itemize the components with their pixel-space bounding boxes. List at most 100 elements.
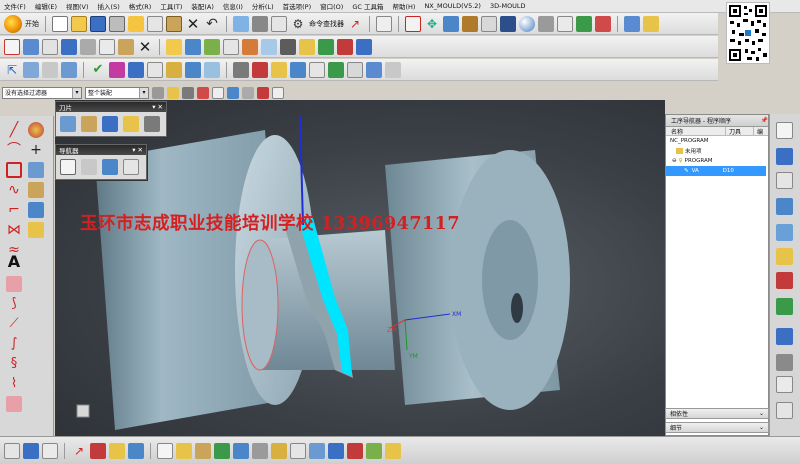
wireframe-icon[interactable] [462, 15, 478, 32]
shell-icon[interactable] [223, 38, 239, 55]
helix-icon[interactable]: § [6, 356, 22, 372]
scope-dropdown[interactable]: 整个装配 ▾ [85, 86, 149, 99]
gear-icon[interactable]: ⚙ [290, 16, 306, 32]
start-menu-label[interactable]: 开始 [25, 19, 39, 29]
menu-gc-toolbox[interactable]: GC 工具箱 [352, 1, 383, 11]
nx-start-icon[interactable] [4, 14, 22, 33]
close-icon[interactable]: ▾ ✕ [152, 103, 166, 111]
vector-icon[interactable] [90, 442, 106, 459]
color-icon[interactable] [233, 442, 249, 459]
point-constructor-icon[interactable]: ↗ [71, 443, 87, 459]
tool-new-icon[interactable] [60, 116, 76, 132]
feature-icon[interactable] [166, 38, 182, 55]
zoom-icon[interactable] [481, 15, 497, 32]
replay-icon[interactable] [271, 61, 287, 78]
shop-doc-icon[interactable] [185, 61, 201, 78]
pointer-icon[interactable] [643, 15, 659, 32]
undo-icon[interactable]: ↶ [204, 16, 220, 32]
tree-row-unused[interactable]: 未用项 [666, 146, 768, 156]
properties-icon[interactable] [347, 61, 363, 78]
menu-insert[interactable]: 插入(S) [98, 1, 120, 11]
pin-icon[interactable]: 📌 [761, 117, 768, 124]
hd3d-icon[interactable] [776, 224, 793, 241]
extrude-icon[interactable] [23, 38, 39, 55]
section-icon[interactable]: ⌇ [6, 376, 22, 392]
delete-icon[interactable]: ✕ [185, 16, 201, 32]
layer-icon[interactable] [271, 15, 287, 32]
window-icon[interactable] [233, 15, 249, 32]
view-cube-icon[interactable] [443, 15, 459, 32]
new-file-icon[interactable] [52, 15, 68, 32]
menu-preferences[interactable]: 首选项(P) [283, 1, 312, 11]
revolve-icon[interactable] [42, 38, 58, 55]
analysis-icon[interactable] [576, 15, 592, 32]
remove-icon[interactable]: ✕ [137, 39, 153, 55]
combine-icon[interactable]: ∫ [6, 336, 22, 352]
menu-analysis[interactable]: 分析(L) [252, 1, 274, 11]
cut-icon[interactable] [128, 15, 144, 32]
datum-icon[interactable] [28, 162, 44, 178]
constraint-nav-icon[interactable] [776, 148, 793, 165]
postprocess-icon[interactable] [166, 61, 182, 78]
feed-icon[interactable] [328, 61, 344, 78]
tool-holder-icon[interactable] [102, 116, 118, 132]
intersection-icon[interactable] [257, 86, 269, 99]
tree-row-root[interactable]: NC_PROGRAM [666, 136, 768, 146]
plane-icon[interactable] [109, 442, 125, 459]
copy-icon[interactable] [147, 15, 163, 32]
menu-help[interactable]: 帮助(H) [392, 1, 415, 11]
tree-row-operation[interactable]: ✎ VA D10 [666, 166, 766, 176]
snap-icon[interactable] [167, 86, 179, 99]
translucency-icon[interactable] [252, 442, 268, 459]
line-icon[interactable]: ╱ [6, 122, 22, 138]
mirror-icon[interactable] [299, 38, 315, 55]
open-folder-icon[interactable] [71, 15, 87, 32]
collapse-icon[interactable]: ⊖ [672, 158, 677, 164]
output-icon[interactable] [309, 61, 325, 78]
method-view-icon[interactable] [123, 159, 139, 175]
display-icon[interactable] [290, 61, 306, 78]
shade-icon[interactable] [500, 15, 516, 32]
filter-icon[interactable] [152, 86, 164, 99]
verify-icon[interactable] [128, 61, 144, 78]
check-icon[interactable]: ✔ [90, 62, 106, 78]
curve-icon[interactable] [6, 276, 22, 292]
trim-icon[interactable] [242, 38, 258, 55]
spline-icon[interactable]: ∿ [6, 182, 22, 198]
create-program-icon[interactable] [23, 61, 39, 78]
col-name[interactable]: 名称 [666, 126, 726, 136]
system-materials-icon[interactable] [776, 298, 793, 315]
tool-edit-icon[interactable] [81, 116, 97, 132]
offset-icon[interactable] [261, 38, 277, 55]
expression-icon[interactable] [290, 442, 306, 459]
sketch-tool-icon[interactable] [28, 122, 44, 138]
snap-view-icon[interactable] [309, 442, 325, 459]
col-extra[interactable]: 编 [754, 127, 763, 136]
selection-filter-dropdown[interactable]: 没有选择过滤器 ▾ [2, 86, 82, 99]
mark-icon[interactable] [385, 442, 401, 459]
save-as-icon[interactable] [61, 38, 77, 55]
roles-icon[interactable] [776, 376, 793, 393]
manufacturing-wizard-icon[interactable] [776, 354, 793, 371]
subtract-icon[interactable] [337, 38, 353, 55]
details-panel[interactable]: 细节 ⌄ [665, 422, 769, 433]
generate-icon[interactable] [109, 61, 125, 78]
pattern-icon[interactable] [280, 38, 296, 55]
list-icon[interactable] [147, 61, 163, 78]
edit-icon[interactable] [233, 61, 249, 78]
assembly-nav-icon[interactable] [776, 122, 793, 139]
fit-icon[interactable] [252, 15, 268, 32]
bridge-icon[interactable]: ⟆ [6, 296, 22, 312]
fillet-icon[interactable]: ⌐ [6, 202, 22, 218]
transform-object-icon[interactable] [195, 442, 211, 459]
menu-view[interactable]: 视图(V) [66, 1, 89, 11]
hole-icon[interactable] [80, 38, 96, 55]
select-icon[interactable] [405, 15, 421, 32]
menu-3d-mould[interactable]: 3D-MOULD [490, 2, 526, 10]
arc-icon[interactable]: ⌒ [6, 142, 22, 158]
col-tool[interactable]: 刀具 [726, 126, 754, 136]
point-icon[interactable] [182, 86, 194, 99]
paste-icon[interactable] [166, 15, 182, 32]
path-icon[interactable] [252, 61, 268, 78]
center-icon[interactable] [227, 86, 239, 99]
